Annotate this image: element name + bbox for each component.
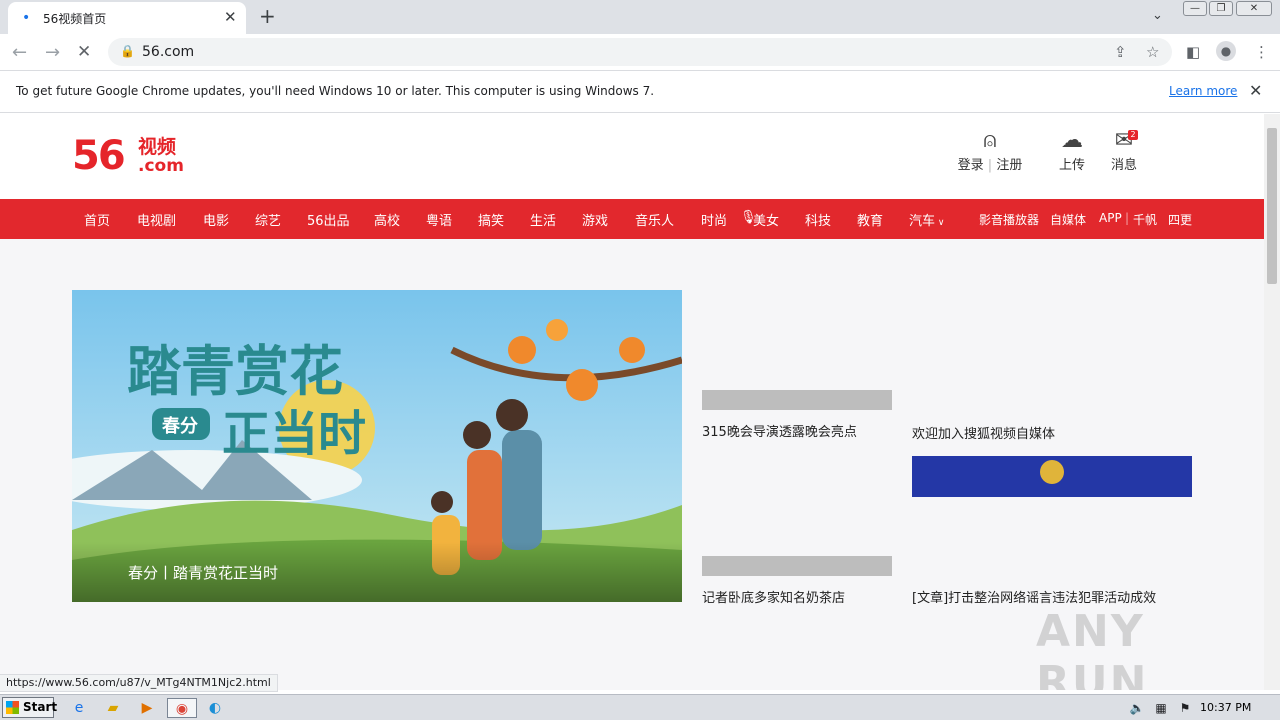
chrome-icon[interactable]: ◉ bbox=[167, 698, 197, 718]
nav-item[interactable]: 粤语 bbox=[426, 210, 452, 229]
infobar-message: To get future Google Chrome updates, you… bbox=[16, 84, 655, 98]
nav-item[interactable]: 教育 bbox=[857, 210, 883, 229]
nav-item[interactable]: 综艺 bbox=[255, 210, 281, 229]
update-infobar: To get future Google Chrome updates, you… bbox=[0, 71, 1280, 113]
video-title[interactable]: 315晚会导演透露晚会亮点 bbox=[702, 421, 857, 440]
close-tab-icon[interactable]: ✕ bbox=[224, 8, 237, 26]
loading-icon: • bbox=[22, 10, 31, 26]
new-tab-icon[interactable]: + bbox=[259, 4, 276, 28]
scrollbar-thumb[interactable] bbox=[1267, 128, 1277, 284]
web-page: 56 视频 .com ⍝ 登录 | 注册 ☁ 上传 ✉ 2 消息 首页 电视剧 … bbox=[0, 114, 1264, 690]
messages-button[interactable]: ✉ 2 消息 bbox=[1108, 128, 1140, 173]
address-bar[interactable]: 🔒 56.com ⇪ ☆ bbox=[108, 38, 1172, 66]
chevron-down-icon: ∨ bbox=[935, 218, 945, 228]
start-label: Start bbox=[23, 700, 58, 714]
police-emblem-icon bbox=[1040, 460, 1064, 484]
close-window-icon[interactable]: ✕ bbox=[1236, 1, 1272, 16]
nav-item-label: 汽车 bbox=[909, 214, 936, 229]
nav-right-item[interactable]: 自媒体 bbox=[1050, 211, 1086, 228]
side-panel-icon[interactable]: ◧ bbox=[1186, 43, 1200, 61]
video-thumbnail[interactable] bbox=[702, 556, 892, 576]
action-center-flag-icon[interactable]: ⚑ bbox=[1174, 698, 1196, 718]
nav-item[interactable]: 游戏 bbox=[582, 210, 608, 229]
windows-taskbar: Start e ▰ ▶ ◉ ◐ 🔈 ▦ ⚑ 10:37 PM bbox=[0, 694, 1280, 720]
banner-art-title-1: 踏青赏花 bbox=[127, 340, 343, 403]
banner-art-tag: 春分 bbox=[162, 415, 198, 437]
lock-icon[interactable]: 🔒 bbox=[120, 44, 135, 58]
windows-logo-icon bbox=[6, 701, 19, 714]
nav-right-item[interactable]: 千帆 bbox=[1133, 211, 1157, 228]
restore-icon[interactable]: ❐ bbox=[1209, 1, 1233, 16]
nav-item[interactable]: 音乐人 bbox=[635, 210, 674, 229]
video-thumbnail[interactable] bbox=[702, 390, 892, 410]
nav-right-item[interactable]: 影音播放器 bbox=[979, 211, 1039, 228]
start-button[interactable]: Start bbox=[2, 697, 58, 718]
account-button[interactable]: ⍝ 登录 | 注册 bbox=[950, 128, 1030, 173]
share-icon[interactable]: ⇪ bbox=[1114, 43, 1127, 61]
nav-item[interactable]: 高校 bbox=[374, 210, 400, 229]
edge-icon[interactable]: ◐ bbox=[204, 698, 226, 718]
upload-label: 上传 bbox=[1058, 158, 1085, 173]
nav-item[interactable]: 美女 bbox=[753, 210, 779, 229]
learn-more-link[interactable]: Learn more bbox=[1169, 84, 1237, 98]
tab-strip: • 56视频首页 ✕ + ⌄ — ❐ ✕ bbox=[0, 0, 1280, 34]
media-player-icon[interactable]: ▶ bbox=[136, 698, 158, 718]
close-infobar-icon[interactable]: ✕ bbox=[1249, 81, 1262, 100]
video-title[interactable]: [文章]打击整治网络谣言违法犯罪活动成效 bbox=[912, 587, 1156, 606]
messages-label: 消息 bbox=[1110, 158, 1137, 173]
nav-item[interactable]: 56出品 bbox=[307, 210, 350, 229]
status-url-bubble: https://www.56.com/u87/v_MTg4NTM1Njc2.ht… bbox=[0, 674, 278, 692]
banner-art-title-2: 正当时 bbox=[222, 406, 366, 462]
channel-nav: 首页 电视剧 电影 综艺 56出品 高校 粤语 搞笑 生活 游戏 音乐人 时尚 … bbox=[0, 199, 1264, 239]
chevron-down-icon[interactable]: ⌄ bbox=[1152, 8, 1163, 23]
cloud-upload-icon: ☁ bbox=[1061, 128, 1083, 153]
back-icon[interactable]: ← bbox=[12, 42, 27, 63]
nav-item[interactable]: 搞笑 bbox=[478, 210, 504, 229]
nav-divider: | bbox=[1125, 211, 1130, 225]
browser-toolbar: ← → ✕ 🔒 56.com ⇪ ☆ ◧ ● ⋮ bbox=[0, 34, 1280, 71]
volume-icon[interactable]: 🔈 bbox=[1126, 698, 1148, 718]
profile-icon[interactable]: ● bbox=[1216, 41, 1236, 61]
nav-item[interactable]: 首页 bbox=[84, 210, 110, 229]
site-header: 56 视频 .com ⍝ 登录 | 注册 ☁ 上传 ✉ 2 消息 bbox=[0, 114, 1264, 199]
nav-item-dropdown[interactable]: 汽车 ∨ bbox=[909, 210, 944, 229]
message-count-badge: 2 bbox=[1128, 130, 1138, 140]
nav-item[interactable]: 时尚 bbox=[701, 210, 727, 229]
browser-tab[interactable]: • 56视频首页 ✕ bbox=[8, 2, 246, 34]
user-icon: ⍝ bbox=[983, 128, 997, 153]
anyrun-watermark: ANY RUN bbox=[1036, 606, 1149, 690]
featured-banner[interactable]: 踏青赏花 春分 正当时 春分丨踏青赏花正当时 bbox=[72, 290, 682, 602]
logo-number: 56 bbox=[72, 133, 126, 179]
clock[interactable]: 10:37 PM bbox=[1200, 701, 1251, 714]
explorer-folder-icon[interactable]: ▰ bbox=[102, 698, 124, 718]
logo-com: .com bbox=[138, 156, 184, 176]
minimize-icon[interactable]: — bbox=[1183, 1, 1207, 16]
logo-cn: 视频 bbox=[138, 136, 177, 158]
page-scrollbar[interactable] bbox=[1264, 114, 1280, 690]
nav-right-item[interactable]: APP bbox=[1099, 211, 1122, 225]
network-icon[interactable]: ▦ bbox=[1150, 698, 1172, 718]
menu-icon[interactable]: ⋮ bbox=[1254, 43, 1269, 61]
bookmark-star-icon[interactable]: ☆ bbox=[1146, 43, 1159, 61]
forward-icon[interactable]: → bbox=[45, 42, 60, 63]
stop-loading-icon[interactable]: ✕ bbox=[77, 42, 91, 62]
tab-title: 56视频首页 bbox=[43, 12, 107, 26]
video-title[interactable]: 欢迎加入搜狐视频自媒体 bbox=[912, 423, 1055, 442]
banner-caption[interactable]: 春分丨踏青赏花正当时 bbox=[128, 562, 278, 583]
address-text[interactable]: 56.com bbox=[142, 44, 194, 60]
login-link[interactable]: 登录 bbox=[958, 158, 984, 173]
nav-item[interactable]: 科技 bbox=[805, 210, 831, 229]
nav-item[interactable]: 电视剧 bbox=[137, 210, 176, 229]
nav-item[interactable]: 电影 bbox=[203, 210, 229, 229]
register-link[interactable]: 注册 bbox=[996, 158, 1022, 173]
nav-right-item[interactable]: 四更 bbox=[1168, 211, 1192, 228]
video-title[interactable]: 记者卧底多家知名奶茶店 bbox=[702, 587, 845, 606]
ie-icon[interactable]: e bbox=[68, 698, 90, 718]
upload-button[interactable]: ☁ 上传 bbox=[1056, 128, 1088, 173]
nav-item[interactable]: 生活 bbox=[530, 210, 556, 229]
promo-thumbnail[interactable] bbox=[912, 456, 1192, 497]
